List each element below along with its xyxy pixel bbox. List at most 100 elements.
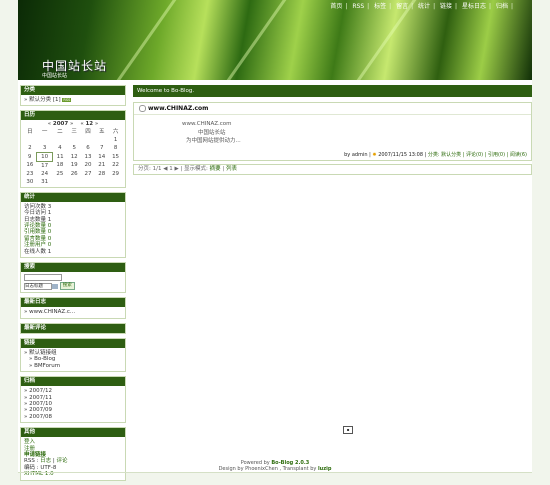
pager-nav[interactable]: ◀ 1 ▶: [163, 166, 178, 172]
calendar-day: 16: [26, 162, 34, 169]
calendar-day: [37, 136, 53, 144]
calendar-day: 5: [72, 144, 76, 151]
recent-posts-panel: 最新日志 » www.CHINAZ.c...: [20, 297, 126, 319]
post-date: 2007/11/15 13:08 |: [378, 151, 427, 158]
archives-panel: 归档 » 2007/12 » 2007/11 » 2007/10 » 2007/…: [20, 376, 126, 424]
summary-mode-link[interactable]: 摘要: [210, 166, 221, 172]
calendar-day: 7: [100, 144, 104, 151]
pager-pages: 1/1: [152, 165, 162, 172]
calendar-day: 13: [84, 153, 92, 160]
post-title: www.CHINAZ.com: [134, 103, 531, 115]
post-meta-links[interactable]: 分类: 默认分类 | 评论(0) | 引用(0) | 阅读(6): [428, 152, 527, 158]
calendar-day: 21: [98, 162, 106, 169]
sidebar: 分类 » 默认分类 [1] RSS 日历 « 2007 » « 12 » 日 一: [20, 85, 126, 485]
nav-tags[interactable]: 标签: [374, 3, 386, 10]
calendar-day: 12: [70, 153, 78, 160]
badge-icon: ▪: [343, 426, 353, 434]
post-meta: by admin | ✹ 2007/11/15 13:08 | 分类: 默认分类…: [134, 150, 531, 160]
rss-icon[interactable]: RSS: [62, 98, 72, 102]
calendar-day: 9: [27, 153, 32, 160]
calendar-day: 26: [70, 170, 78, 177]
links-panel: 链接 » 默认链接组 » Bo-Blog » BMForum: [20, 337, 126, 373]
calendar-day-today: 10: [36, 151, 54, 162]
calendar-day: 30: [26, 178, 34, 185]
welcome-bar: Welcome to Bo-Blog.: [133, 85, 532, 97]
post-body: www.CHINAZ.com 中国站长站 为中国网站提供动力...: [134, 115, 531, 150]
nav-separator: |: [411, 3, 414, 10]
categories-panel: 分类 » 默认分类 [1] RSS: [20, 85, 126, 107]
weekday-label: 五: [98, 128, 105, 135]
post-icon: [139, 105, 146, 112]
header-banner: 首页 | RSS | 标签 | 留言 | 统计 | 链接 | 星标日志 | 归档 | 中国站长站…: [18, 0, 532, 80]
calendar-day: 14: [98, 153, 106, 160]
nav-home[interactable]: 首页: [330, 3, 342, 10]
nav-separator: |: [510, 3, 513, 10]
prev-month-button[interactable]: «: [80, 121, 83, 127]
stat-online: 在线人数 1: [24, 248, 52, 255]
category-link[interactable]: 默认分类 [1]: [29, 97, 61, 103]
sun-icon: ✹: [372, 151, 377, 158]
pager-label: 分页:: [138, 165, 151, 172]
footer: Powered by Bo-Blog 2.0.3 Design by Phoen…: [0, 460, 550, 472]
panel-header: 其他: [21, 428, 125, 438]
calendar-day: [67, 178, 81, 186]
recent-post-link[interactable]: www.CHINAZ.c...: [29, 309, 75, 315]
calendar-day: 11: [56, 153, 64, 160]
nav-stats[interactable]: 统计: [418, 3, 430, 10]
nav-rss[interactable]: RSS: [352, 3, 364, 10]
next-year-button[interactable]: »: [70, 121, 73, 127]
calendar-day: 20: [84, 162, 92, 169]
panel-header: 最新评论: [21, 323, 125, 333]
calendar-year: 2007: [52, 121, 69, 128]
weekday-label: 四: [85, 128, 91, 135]
nav-separator: |: [489, 3, 492, 10]
site-subtitle: 中国站长站: [42, 73, 68, 79]
nav-starred[interactable]: 星标日志: [462, 3, 486, 10]
weekday-label: 三: [71, 128, 77, 135]
nav-guestbook[interactable]: 留言: [396, 3, 408, 10]
search-panel: 搜索 日志标题 搜索: [20, 262, 126, 294]
calendar-day: 18: [56, 162, 64, 169]
calendar-day: 3: [42, 144, 47, 151]
display-mode-label: | 显示模式:: [180, 165, 208, 172]
list-mode-link[interactable]: 列表: [226, 166, 237, 172]
archive-item[interactable]: » 2007/08: [24, 414, 122, 420]
calendar-day: [81, 178, 95, 186]
weekday-label: 一: [41, 128, 48, 135]
nav-links[interactable]: 链接: [440, 3, 452, 10]
post-line: www.CHINAZ.com: [182, 121, 232, 127]
blog-post: www.CHINAZ.com www.CHINAZ.com 中国站长站 为中国网…: [133, 102, 532, 161]
banner-leaf-vein: [208, 0, 291, 80]
post-author[interactable]: by admin |: [344, 152, 371, 158]
calendar-day: 27: [84, 170, 92, 177]
weekday-label: 日: [27, 128, 33, 135]
search-button[interactable]: 搜索: [59, 282, 75, 291]
link-item[interactable]: » BMForum: [24, 363, 122, 369]
post-title-link[interactable]: www.CHINAZ.com: [148, 105, 208, 112]
main-content: Welcome to Bo-Blog. www.CHINAZ.com www.C…: [133, 85, 532, 175]
search-type-select[interactable]: 日志标题: [24, 282, 52, 290]
weekday-label: 六: [112, 128, 119, 135]
calendar-day: [109, 178, 123, 186]
calendar-day: 15: [112, 153, 120, 160]
weekday-label: 二: [57, 128, 63, 135]
next-month-button[interactable]: »: [95, 121, 98, 127]
search-input[interactable]: [24, 274, 62, 282]
calendar-day: 24: [41, 170, 49, 177]
nav-archive[interactable]: 归档: [496, 3, 508, 10]
footer-divider: [18, 472, 532, 473]
calendar-day: [95, 178, 109, 186]
calendar-day: 4: [58, 144, 62, 151]
calendar-panel: 日历 « 2007 » « 12 » 日 一 二 三 四 五 六 1 2 3 4…: [20, 110, 126, 188]
nav-separator: |: [389, 3, 392, 10]
post-line: 为中国网站提供动力...: [186, 138, 241, 144]
prev-year-button[interactable]: «: [48, 121, 51, 127]
calendar-day: 31: [41, 178, 49, 185]
banner-leaf-vein: [98, 0, 181, 80]
chevron-down-icon[interactable]: [52, 283, 58, 289]
panel-header: 日历: [21, 111, 125, 121]
calendar-month: 12: [85, 121, 94, 128]
nav-separator: |: [455, 3, 458, 10]
bullet: »: [24, 97, 28, 103]
calendar-day: 2: [28, 144, 32, 151]
